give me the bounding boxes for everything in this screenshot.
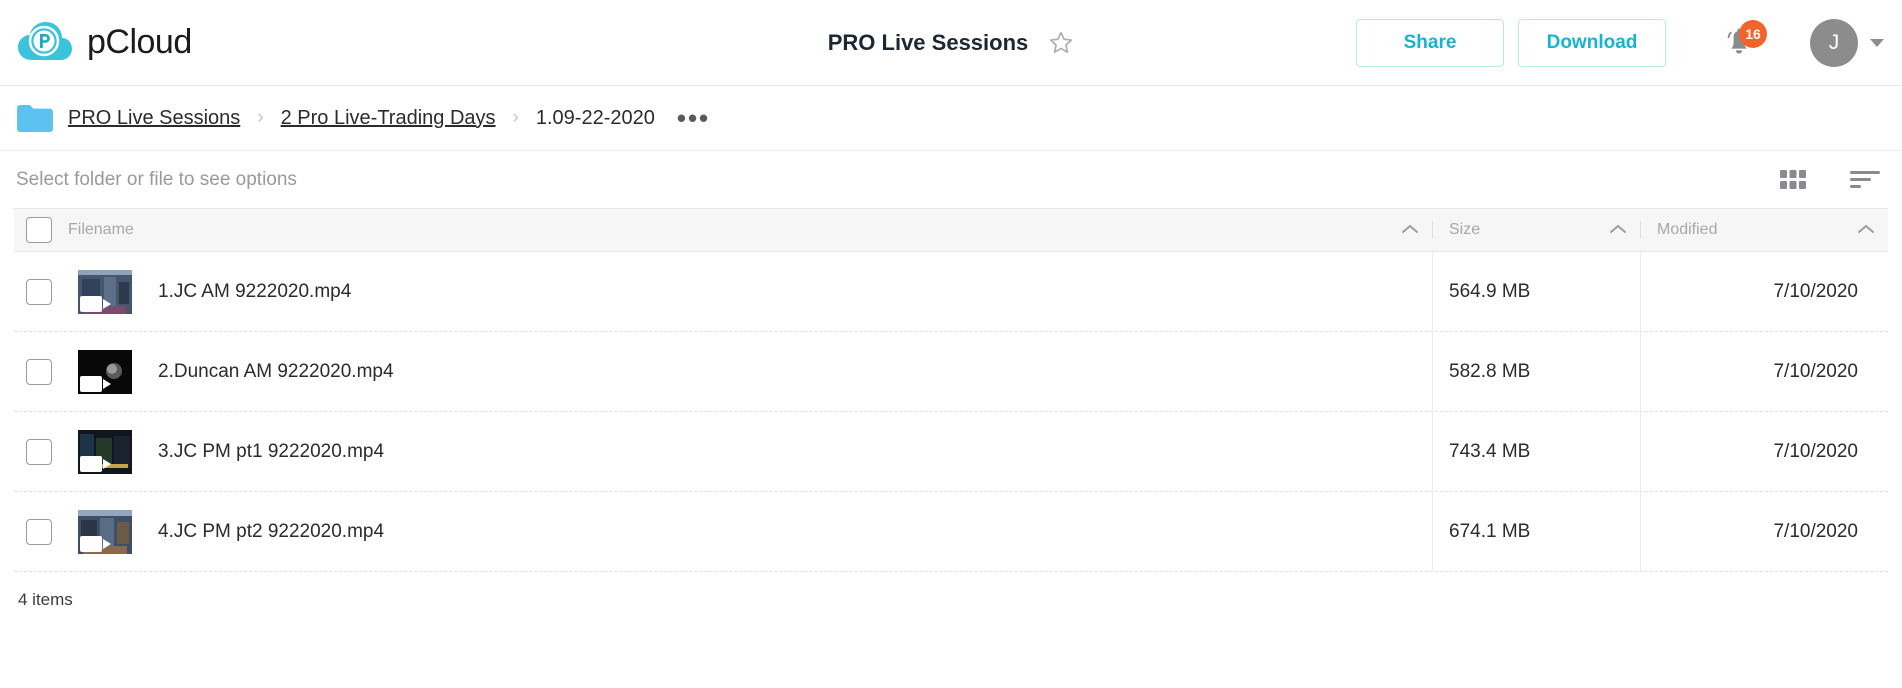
table-row[interactable]: 2.Duncan AM 9222020.mp4 582.8 MB 7/10/20… [14, 331, 1888, 412]
filename-label[interactable]: 1.JC AM 9222020.mp4 [158, 281, 351, 303]
modified-value: 7/10/2020 [1773, 520, 1858, 542]
cell-size: 674.1 MB [1432, 491, 1640, 572]
cell-modified: 7/10/2020 [1640, 251, 1888, 332]
row-checkbox[interactable] [26, 278, 52, 305]
notification-count-badge: 16 [1739, 19, 1767, 48]
size-value: 743.4 MB [1449, 440, 1531, 462]
breadcrumb-separator: › [512, 107, 519, 128]
breadcrumb-overflow-menu[interactable]: ••• [677, 105, 710, 131]
header-actions: Share Download 16 J [1356, 18, 1884, 67]
size-value: 582.8 MB [1449, 360, 1531, 382]
page-title: PRO Live Sessions [827, 29, 1029, 55]
select-all-checkbox[interactable] [26, 217, 52, 243]
play-triangle-icon [103, 538, 111, 549]
cell-size: 582.8 MB [1432, 331, 1640, 412]
video-thumbnail [78, 269, 132, 314]
breadcrumb-item-2-current: 1.09-22-2020 [535, 106, 655, 129]
column-label-modified: Modified [1657, 221, 1718, 238]
cell-modified: 7/10/2020 [1640, 491, 1888, 572]
pcloud-cloud-logo-icon [16, 20, 74, 66]
cell-modified: 7/10/2020 [1640, 411, 1888, 492]
column-header-size[interactable]: Size [1432, 221, 1640, 239]
breadcrumb: PRO Live Sessions › 2 Pro Live-Trading D… [0, 86, 1902, 150]
modified-value: 7/10/2020 [1773, 280, 1858, 302]
video-thumbnail [78, 429, 132, 474]
share-button[interactable]: Share [1356, 18, 1504, 67]
avatar: J [1810, 18, 1858, 67]
row-checkbox[interactable] [26, 518, 52, 545]
table-row[interactable]: 4.JC PM pt2 9222020.mp4 674.1 MB 7/10/20… [14, 491, 1888, 572]
breadcrumb-item-1[interactable]: 2 Pro Live-Trading Days [281, 107, 496, 130]
cell-size: 743.4 MB [1432, 411, 1640, 492]
play-badge-icon [80, 295, 102, 312]
column-label-size: Size [1449, 221, 1481, 238]
sort-chevron-up-icon[interactable] [1610, 221, 1626, 239]
size-value: 674.1 MB [1449, 520, 1531, 542]
play-badge-icon [80, 455, 102, 472]
play-badge-icon [80, 535, 102, 552]
app-header: pCloud PRO Live Sessions Share Download … [0, 0, 1902, 86]
video-thumbnail [78, 509, 132, 554]
cell-size: 564.9 MB [1432, 251, 1640, 332]
filename-label[interactable]: 3.JC PM pt1 9222020.mp4 [158, 441, 384, 463]
table-row[interactable]: 3.JC PM pt1 9222020.mp4 743.4 MB 7/10/20… [14, 411, 1888, 492]
play-badge-icon [80, 375, 102, 392]
column-label-filename: Filename [68, 221, 134, 238]
column-header-modified[interactable]: Modified [1640, 221, 1888, 239]
notifications-button[interactable]: 16 [1724, 19, 1767, 62]
modified-value: 7/10/2020 [1773, 360, 1858, 382]
grid-view-icon[interactable] [1780, 169, 1806, 190]
brand-name: pCloud [87, 23, 192, 61]
sort-chevron-up-icon[interactable] [1858, 221, 1874, 239]
cell-filename: 4.JC PM pt2 9222020.mp4 [14, 509, 1432, 554]
file-table: Filename Size Modified 1.JC AM 9222020.m… [0, 208, 1902, 572]
play-triangle-icon [103, 298, 111, 309]
video-thumbnail [78, 349, 132, 394]
row-checkbox[interactable] [26, 358, 52, 385]
cell-modified: 7/10/2020 [1640, 331, 1888, 412]
options-hint-text: Select folder or file to see options [16, 168, 297, 190]
filename-label[interactable]: 2.Duncan AM 9222020.mp4 [158, 361, 394, 383]
star-outline-icon[interactable] [1048, 30, 1074, 56]
modified-value: 7/10/2020 [1773, 440, 1858, 462]
view-toggle-group [1780, 169, 1880, 190]
play-triangle-icon [103, 458, 111, 469]
breadcrumb-item-0[interactable]: PRO Live Sessions [68, 107, 240, 130]
row-checkbox[interactable] [26, 438, 52, 465]
account-menu[interactable]: J [1810, 18, 1884, 67]
options-toolbar: Select folder or file to see options [0, 150, 1902, 208]
sort-chevron-up-icon[interactable] [1402, 221, 1418, 239]
download-button[interactable]: Download [1518, 18, 1666, 67]
play-triangle-icon [103, 378, 111, 389]
table-row[interactable]: 1.JC AM 9222020.mp4 564.9 MB 7/10/2020 [14, 251, 1888, 332]
folder-icon [16, 103, 68, 133]
column-header-filename[interactable]: Filename [14, 217, 1432, 243]
table-header-row: Filename Size Modified [14, 208, 1888, 252]
cell-filename: 2.Duncan AM 9222020.mp4 [14, 349, 1432, 394]
list-view-icon[interactable] [1850, 170, 1880, 190]
breadcrumb-separator: › [257, 107, 264, 128]
item-count-label: 4 items [18, 590, 73, 609]
brand-logo[interactable]: pCloud [0, 20, 192, 66]
cell-filename: 1.JC AM 9222020.mp4 [14, 269, 1432, 314]
filename-label[interactable]: 4.JC PM pt2 9222020.mp4 [158, 521, 384, 543]
chevron-down-icon [1870, 38, 1884, 47]
size-value: 564.9 MB [1449, 280, 1531, 302]
cell-filename: 3.JC PM pt1 9222020.mp4 [14, 429, 1432, 474]
